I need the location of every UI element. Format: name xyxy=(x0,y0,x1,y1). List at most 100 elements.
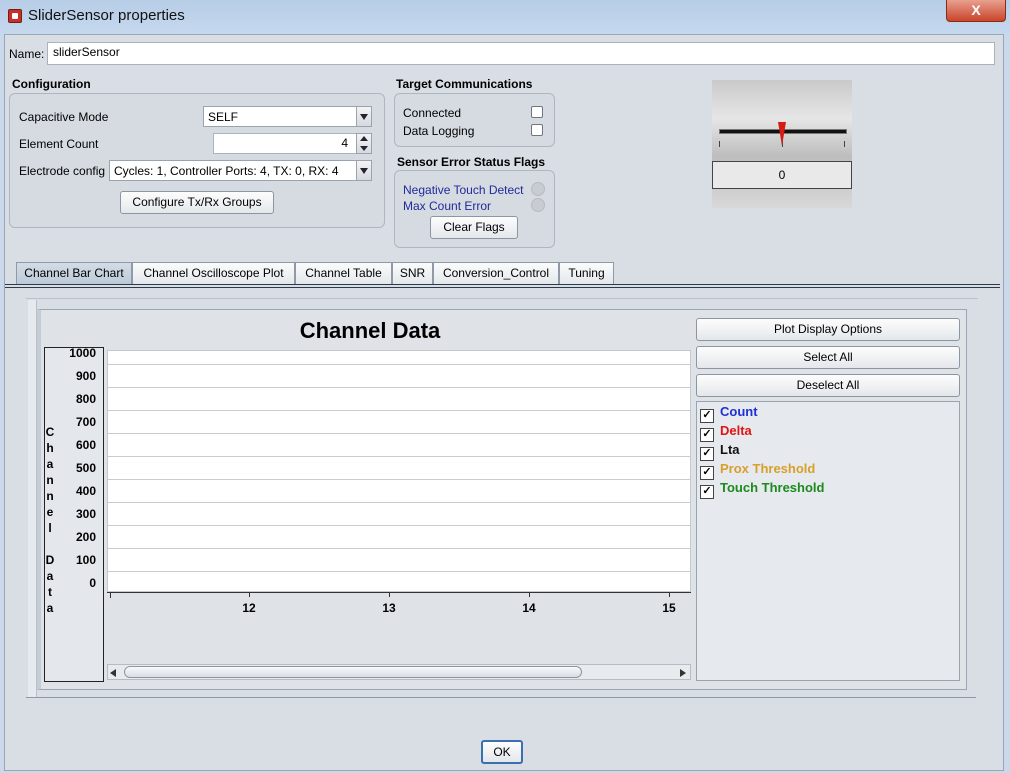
legend-item[interactable]: ✓ Delta xyxy=(700,423,752,442)
tab-divider xyxy=(5,284,1000,288)
gridline xyxy=(108,571,690,572)
legend-label: Prox Threshold xyxy=(720,461,816,476)
legend-checkbox[interactable]: ✓ xyxy=(700,485,714,499)
y-axis-label-char: n xyxy=(46,489,54,503)
chart-panel-edge xyxy=(28,300,37,697)
y-axis-label-char: l xyxy=(48,521,52,535)
slider-marker-icon xyxy=(778,122,786,146)
tab-channel-oscilloscope-plot[interactable]: Channel Oscilloscope Plot xyxy=(132,262,295,284)
chevron-down-icon xyxy=(356,161,371,180)
y-axis-label-char xyxy=(44,536,56,552)
plot-display-options-button[interactable]: Plot Display Options xyxy=(696,318,960,341)
legend-label: Lta xyxy=(720,442,740,457)
y-tick-label: 200 xyxy=(75,530,96,544)
window-title: SliderSensor properties xyxy=(28,7,185,24)
gridline xyxy=(108,387,690,388)
gridline xyxy=(108,433,690,434)
stepper-up-icon[interactable] xyxy=(360,136,368,141)
deselect-all-button[interactable]: Deselect All xyxy=(696,374,960,397)
data-logging-label: Data Logging xyxy=(403,124,475,138)
name-field[interactable]: sliderSensor xyxy=(47,42,995,65)
x-tick-label: 12 xyxy=(242,601,256,615)
configure-txrx-button[interactable]: Configure Tx/Rx Groups xyxy=(120,191,274,214)
y-axis-label-char: n xyxy=(46,473,54,487)
error-flags-title: Sensor Error Status Flags xyxy=(397,155,546,169)
y-tick-label: 700 xyxy=(75,415,96,429)
select-all-button[interactable]: Select All xyxy=(696,346,960,369)
chevron-down-icon xyxy=(356,107,371,126)
y-axis-label-char: t xyxy=(48,585,52,599)
x-tick-mark xyxy=(669,592,670,597)
connected-label: Connected xyxy=(403,106,462,120)
legend-checkbox[interactable]: ✓ xyxy=(700,409,714,423)
x-axis-tick xyxy=(110,592,111,598)
tab-channel-table[interactable]: Channel Table xyxy=(295,262,392,284)
tab-channel-bar-chart[interactable]: Channel Bar Chart xyxy=(16,262,132,284)
x-tick-label: 15 xyxy=(662,601,676,615)
clear-flags-button[interactable]: Clear Flags xyxy=(430,216,518,239)
x-tick-mark xyxy=(529,592,530,597)
legend-item[interactable]: ✓ Count xyxy=(700,404,758,423)
x-tick-mark xyxy=(249,592,250,597)
ok-button[interactable]: OK xyxy=(481,740,523,764)
max-count-indicator xyxy=(531,198,545,212)
slider-value: 0 xyxy=(712,161,852,189)
title-bar: SliderSensor properties xyxy=(0,0,1010,34)
connected-checkbox[interactable] xyxy=(531,106,543,118)
y-axis-label-char: a xyxy=(46,457,54,471)
app-icon xyxy=(8,9,22,23)
scrollbar-thumb[interactable] xyxy=(124,666,582,678)
data-logging-checkbox[interactable] xyxy=(531,124,543,136)
legend-item[interactable]: ✓ Touch Threshold xyxy=(700,480,825,499)
close-button[interactable]: X xyxy=(946,0,1006,22)
legend-label: Count xyxy=(720,404,758,419)
legend-label: Touch Threshold xyxy=(720,480,825,495)
scroll-left-icon[interactable] xyxy=(110,669,116,677)
name-label: Name: xyxy=(9,47,45,61)
y-axis-label-char: D xyxy=(45,553,55,567)
gridline xyxy=(108,410,690,411)
negative-touch-indicator xyxy=(531,182,545,196)
capacitive-mode-label: Capacitive Mode xyxy=(19,110,109,124)
tab-tuning[interactable]: Tuning xyxy=(559,262,614,284)
target-comm-title: Target Communications xyxy=(396,77,533,91)
x-tick-label: 13 xyxy=(382,601,396,615)
chart-scrollbar[interactable] xyxy=(107,664,691,680)
legend-item[interactable]: ✓ Lta xyxy=(700,442,740,461)
capacitive-mode-value: SELF xyxy=(208,110,239,124)
legend-checkbox[interactable]: ✓ xyxy=(700,447,714,461)
slider-tick xyxy=(844,141,845,147)
y-axis-label: Channel Data xyxy=(44,424,56,616)
element-count-input[interactable]: 4 xyxy=(213,133,357,154)
chart-panel-border xyxy=(26,298,978,299)
target-comm-group xyxy=(394,93,555,147)
electrode-config-select[interactable]: Cycles: 1, Controller Ports: 4, TX: 0, R… xyxy=(109,160,372,181)
capacitive-mode-select[interactable]: SELF xyxy=(203,106,372,127)
tab-snr[interactable]: SNR xyxy=(392,262,433,284)
tab-conversion-control[interactable]: Conversion_Control xyxy=(433,262,559,284)
y-axis-label-char: h xyxy=(46,441,54,455)
scroll-right-icon[interactable] xyxy=(680,669,686,677)
legend-label: Delta xyxy=(720,423,752,438)
slider-tick xyxy=(719,141,720,147)
y-tick-label: 0 xyxy=(89,576,96,590)
legend-item[interactable]: ✓ Prox Threshold xyxy=(700,461,816,480)
y-tick-label: 900 xyxy=(75,369,96,383)
chart-panel-border xyxy=(26,697,976,698)
y-axis-label-char: C xyxy=(45,425,55,439)
gridline xyxy=(108,479,690,480)
electrode-config-value: Cycles: 1, Controller Ports: 4, TX: 0, R… xyxy=(114,164,339,178)
y-axis-label-char: e xyxy=(46,505,54,519)
stepper-down-icon[interactable] xyxy=(360,146,368,151)
element-count-label: Element Count xyxy=(19,137,99,151)
legend-checkbox[interactable]: ✓ xyxy=(700,466,714,480)
x-tick-mark xyxy=(389,592,390,597)
gridline xyxy=(108,364,690,365)
gridline xyxy=(108,525,690,526)
y-axis-label-char: a xyxy=(46,601,54,615)
y-tick-label: 300 xyxy=(75,507,96,521)
legend-checkbox[interactable]: ✓ xyxy=(700,428,714,442)
y-tick-label: 100 xyxy=(75,553,96,567)
chart-title: Channel Data xyxy=(299,318,441,343)
element-count-stepper[interactable] xyxy=(356,133,372,154)
